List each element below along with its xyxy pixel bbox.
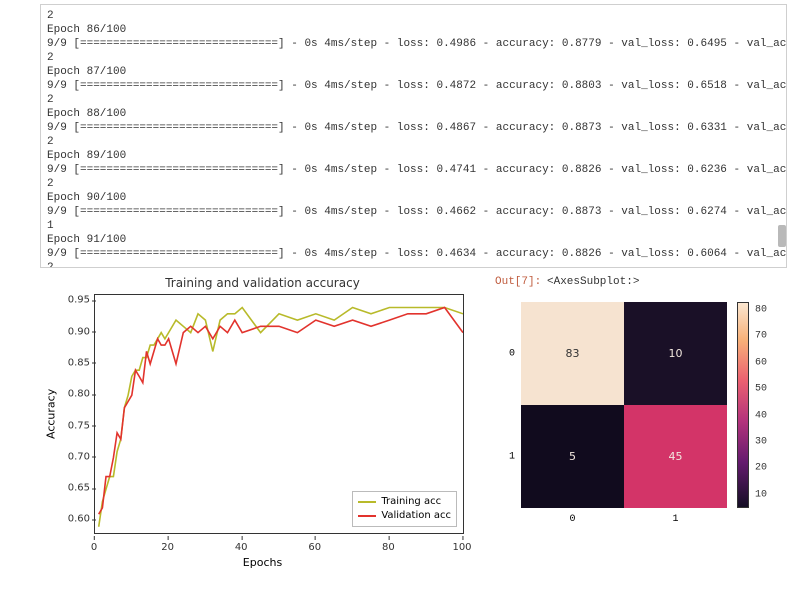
legend-label-validation: Validation acc	[381, 509, 451, 523]
series-line-1	[99, 308, 463, 515]
x-tick: 60	[308, 542, 321, 553]
y-tick: 0.90	[66, 326, 90, 337]
legend-swatch-validation	[358, 515, 376, 517]
heatmap-cell-0-1: 10	[624, 302, 727, 405]
y-tick: 0.85	[66, 357, 90, 368]
y-tick: 0.80	[66, 389, 90, 400]
colorbar-tick: 80	[755, 304, 767, 315]
output-prompt: Out[7]:	[495, 276, 541, 288]
heatmap-x-label: 1	[672, 514, 678, 525]
heatmap-y-label: 0	[505, 348, 519, 359]
legend-label-training: Training acc	[381, 495, 441, 509]
colorbar-tick: 60	[755, 357, 767, 368]
heatmap-output-cell: Out[7]: <AxesSubplot:> 8310545 010110203…	[495, 276, 787, 571]
x-tick: 0	[91, 542, 97, 553]
chart-title: Training and validation accuracy	[40, 276, 485, 290]
legend-row-training: Training acc	[358, 495, 451, 509]
training-log-output[interactable]: 2 Epoch 86/100 9/9 [====================…	[40, 4, 787, 268]
y-tick: 0.65	[66, 483, 90, 494]
y-tick: 0.70	[66, 451, 90, 462]
y-tick: 0.60	[66, 514, 90, 525]
confusion-matrix-heatmap: 8310545 01011020304050607080	[505, 302, 781, 554]
colorbar-tick: 10	[755, 489, 767, 500]
legend-row-validation: Validation acc	[358, 509, 451, 523]
colorbar-tick: 30	[755, 436, 767, 447]
heatmap-y-label: 1	[505, 451, 519, 462]
colorbar-tick: 20	[755, 463, 767, 474]
training-log-text: 2 Epoch 86/100 9/9 [====================…	[41, 5, 786, 268]
scrollbar-thumb[interactable]	[778, 225, 786, 247]
chart-x-axis-label: Epochs	[40, 556, 485, 569]
chart-plot-area: Training acc Validation acc	[94, 294, 464, 534]
chart-y-axis-label: Accuracy	[44, 276, 58, 551]
accuracy-chart: Training and validation accuracy Accurac…	[40, 276, 485, 571]
y-tick: 0.95	[66, 295, 90, 306]
heatmap-cell-0-0: 83	[521, 302, 624, 405]
output-repr: <AxesSubplot:>	[547, 276, 639, 288]
x-tick: 80	[382, 542, 395, 553]
colorbar-tick: 70	[755, 331, 767, 342]
colorbar-tick: 40	[755, 410, 767, 421]
legend-swatch-training	[358, 501, 376, 503]
colorbar-tick: 50	[755, 384, 767, 395]
heatmap-cell-1-0: 5	[521, 405, 624, 508]
x-tick: 20	[161, 542, 174, 553]
chart-legend: Training acc Validation acc	[352, 491, 457, 527]
x-tick: 40	[235, 542, 248, 553]
heatmap-x-label: 0	[569, 514, 575, 525]
y-tick: 0.75	[66, 420, 90, 431]
x-tick: 100	[452, 542, 471, 553]
heatmap-cell-1-1: 45	[624, 405, 727, 508]
colorbar	[737, 302, 749, 508]
